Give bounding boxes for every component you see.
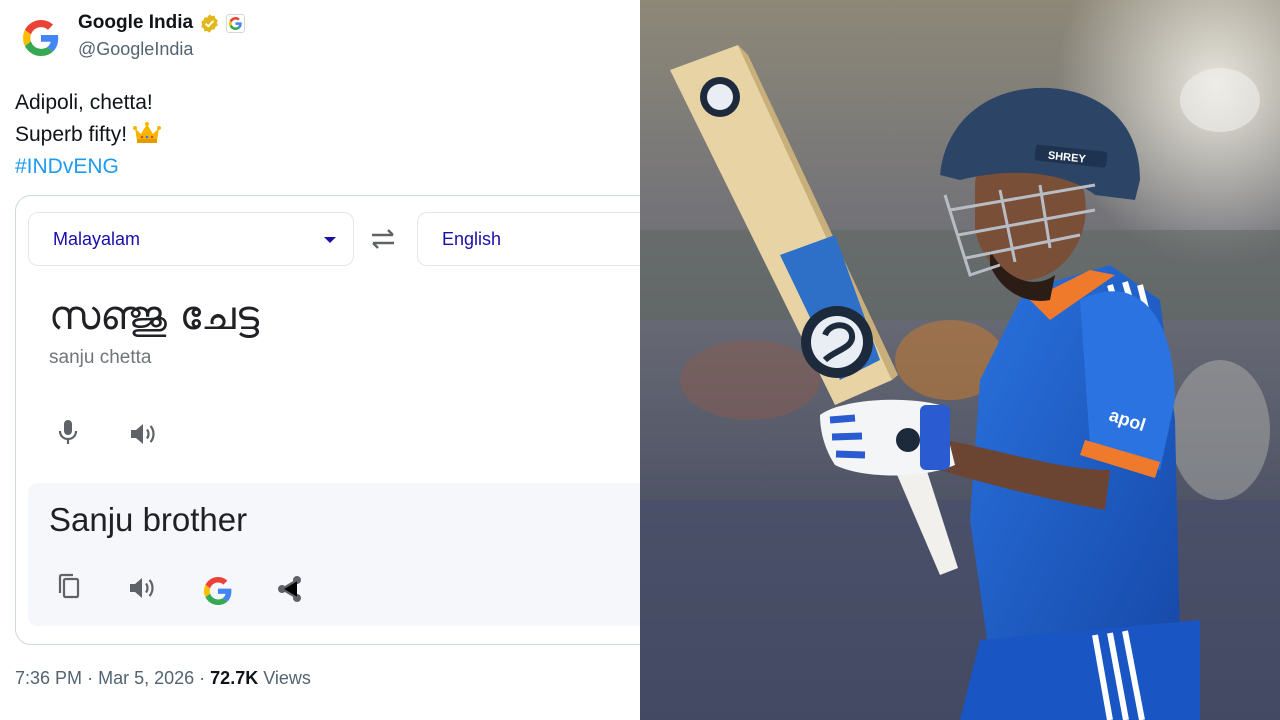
display-name[interactable]: Google India xyxy=(78,12,193,34)
handle[interactable]: @GoogleIndia xyxy=(78,39,193,60)
tweet-panel: Google India @GoogleIndia Adipoli, chett… xyxy=(0,0,640,720)
tweet-text: Adipoli, chetta! Superb fifty! #INDvENG xyxy=(15,87,161,183)
meta-separator: · xyxy=(87,668,94,688)
tweet-time[interactable]: 7:36 PM xyxy=(15,668,82,688)
source-text[interactable]: സഞ്ജു ചേട്ട xyxy=(49,293,259,339)
google-g-logo xyxy=(23,20,59,56)
share-icon[interactable] xyxy=(275,574,305,604)
meta-separator: · xyxy=(199,668,206,688)
tweet-meta: 7:36 PM · Mar 5, 2026 · 72.7K Views xyxy=(15,668,311,689)
translation-text[interactable]: Sanju brother xyxy=(49,501,247,539)
target-language-select[interactable]: English xyxy=(417,212,640,266)
speaker-icon[interactable] xyxy=(128,421,158,447)
views-label: Views xyxy=(263,668,311,688)
author-row: Google India xyxy=(78,12,246,34)
google-icon[interactable] xyxy=(204,577,232,605)
translation-result: Sanju brother xyxy=(28,483,640,626)
avatar[interactable] xyxy=(17,14,65,62)
blurred-light xyxy=(1180,68,1260,132)
source-language-label: Malayalam xyxy=(53,228,141,249)
sg-logo-upper-inner xyxy=(707,84,733,110)
transliteration: sanju chetta xyxy=(49,347,152,368)
source-language-select[interactable]: Malayalam xyxy=(28,212,354,266)
photo-illustration: apol SHREY xyxy=(640,0,1280,720)
microphone-icon[interactable] xyxy=(56,418,80,446)
glove-logo xyxy=(896,428,920,452)
dropdown-arrow-icon xyxy=(324,237,336,243)
affiliate-google-icon[interactable] xyxy=(226,13,246,33)
translate-card[interactable]: Malayalam English സഞ്ജു ചേട്ട sanju chet… xyxy=(15,195,640,645)
target-language-label: English xyxy=(442,228,502,249)
verified-badge-icon[interactable] xyxy=(199,13,220,34)
copy-icon[interactable] xyxy=(55,571,83,601)
hashtag-link[interactable]: #INDvENG xyxy=(15,151,161,183)
views-count: 72.7K xyxy=(210,668,259,688)
batting-glove xyxy=(820,399,955,476)
tweet-line-2-text: Superb fifty! xyxy=(15,123,128,146)
cricketer-photo: apol SHREY xyxy=(640,0,1280,720)
blurred-crowd-red xyxy=(680,340,820,420)
glove-cuff xyxy=(920,405,950,470)
tweet-line-1: Adipoli, chetta! xyxy=(15,91,153,114)
crown-emoji xyxy=(132,122,161,143)
tweet-line-2: Superb fifty! xyxy=(15,119,161,151)
speaker-icon[interactable] xyxy=(127,575,157,601)
tweet-date[interactable]: Mar 5, 2026 xyxy=(98,668,194,688)
blurred-crowd-white xyxy=(1170,360,1270,500)
swap-languages-icon[interactable] xyxy=(368,227,398,251)
